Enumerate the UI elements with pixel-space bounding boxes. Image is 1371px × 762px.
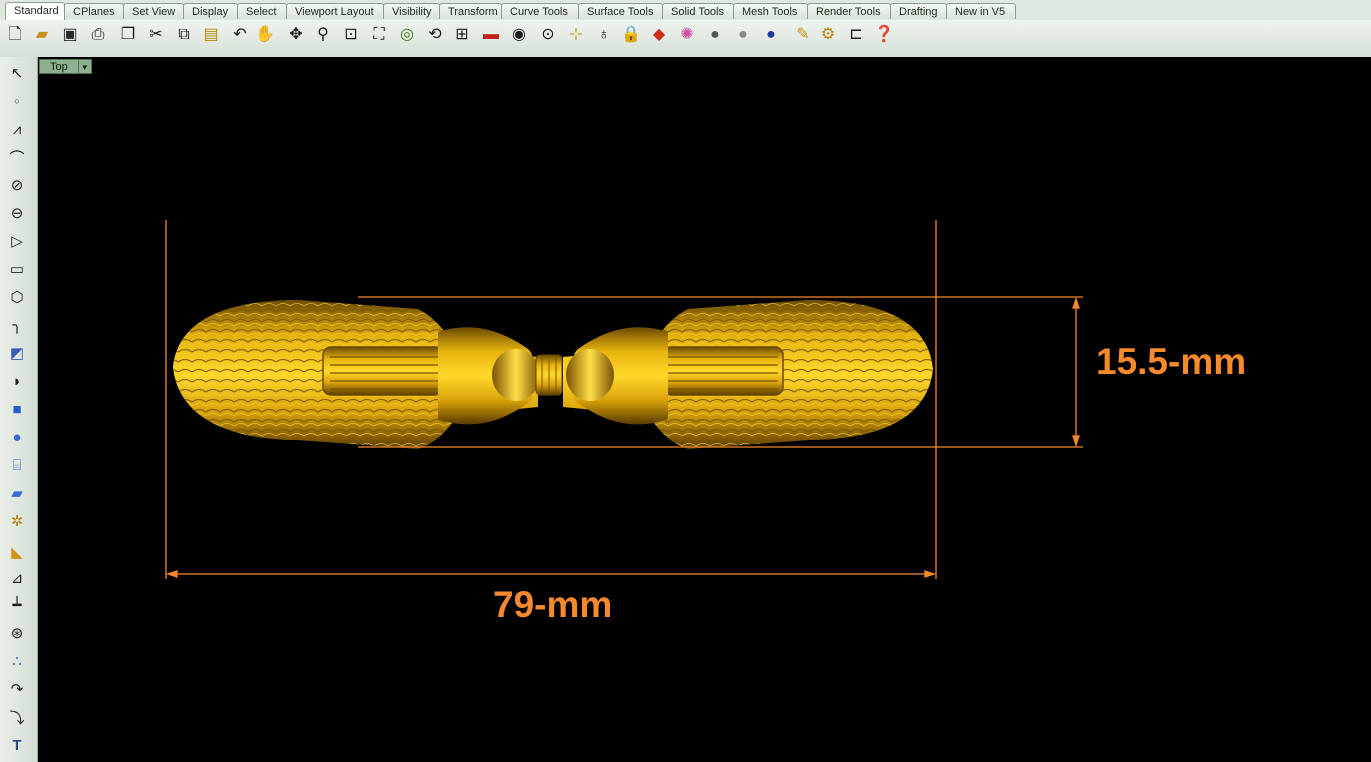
- transform-icon[interactable]: ◣: [6, 541, 28, 563]
- tab-transform[interactable]: Transform: [439, 3, 502, 19]
- help-icon[interactable]: ❓: [873, 23, 895, 47]
- lock-icon[interactable]: 🔒: [620, 23, 642, 47]
- visibility-eye-icon[interactable]: ◉: [508, 23, 530, 47]
- blue-sphere-icon[interactable]: ●: [760, 23, 782, 47]
- curve-offset-icon[interactable]: ⤵: [6, 706, 28, 728]
- edit-points-icon[interactable]: ⊿: [6, 567, 28, 589]
- tab-drafting[interactable]: Drafting: [890, 3, 947, 19]
- cylinder-icon[interactable]: ⌸: [6, 454, 28, 476]
- viewport-title-tab[interactable]: Top ▼: [39, 59, 92, 74]
- zoom-window-icon[interactable]: ⊡: [340, 23, 362, 47]
- curve-icon[interactable]: ⌒: [6, 146, 28, 168]
- color-wheel-icon[interactable]: ✺: [676, 23, 698, 47]
- fillet-curve-icon[interactable]: ╮: [6, 314, 28, 336]
- cut-icon[interactable]: ✂: [145, 23, 167, 47]
- tab-new-in-v5[interactable]: New in V5: [946, 3, 1016, 19]
- toolbar-tab-strip: Standard CPlanes Set View Display Select…: [0, 0, 1371, 21]
- surface-from-points-icon[interactable]: ◩: [6, 342, 28, 364]
- paste-template-icon[interactable]: ❐: [117, 23, 139, 47]
- layer-icon[interactable]: ◆: [648, 23, 670, 47]
- print-icon[interactable]: ⎙: [87, 23, 109, 47]
- rotate-view-icon[interactable]: ✥: [285, 23, 307, 47]
- tab-display[interactable]: Display: [183, 3, 238, 19]
- zoom-extents-icon[interactable]: ⛶: [368, 23, 390, 47]
- plane-surface-icon[interactable]: ▰: [6, 482, 28, 504]
- zoom-icon[interactable]: ⚲: [312, 23, 334, 47]
- box-icon[interactable]: ■: [6, 398, 28, 420]
- viewport-name-label: Top: [39, 59, 79, 74]
- top-viewport[interactable]: Top ▼ 15.5-mm 79-mm: [38, 57, 1371, 762]
- open-folder-icon[interactable]: ▰: [31, 23, 53, 47]
- car-properties-icon[interactable]: ▬: [480, 23, 502, 47]
- pencil-options-icon[interactable]: ✎: [792, 23, 814, 47]
- curve-edit-icon[interactable]: ↷: [6, 678, 28, 700]
- main-left-toolbar: ↖ ○ ⩘ ⌒ ⊘ ⊖ ▷ ▭ ⬡ ╮ ◩ ◗ ■ ● ⌸ ▰ ✲ ◣ ⊿ ┷ …: [0, 57, 38, 762]
- ellipse-icon[interactable]: ⊖: [6, 202, 28, 224]
- zoom-selected-icon[interactable]: ◎: [396, 23, 418, 47]
- shaded-sphere-icon[interactable]: ●: [704, 23, 726, 47]
- paste-icon[interactable]: ▤: [200, 23, 222, 47]
- pan-hand-icon[interactable]: ✋: [254, 23, 276, 47]
- copy-icon[interactable]: ⧉: [173, 23, 195, 47]
- select-arrow-icon[interactable]: ↖: [6, 62, 28, 84]
- new-file-icon[interactable]: 🗋: [4, 23, 26, 47]
- rendered-sphere-icon[interactable]: ●: [732, 23, 754, 47]
- sphere-icon[interactable]: ●: [6, 426, 28, 448]
- viewport-menu-arrow-icon[interactable]: ▼: [78, 59, 92, 74]
- left-lion-head: [173, 300, 540, 449]
- tab-select[interactable]: Select: [237, 3, 287, 19]
- hexagon-icon[interactable]: ⬡: [6, 286, 28, 308]
- center-connector: [535, 354, 563, 396]
- tab-cplanes[interactable]: CPlanes: [64, 3, 124, 19]
- solid-tools-icon[interactable]: ✲: [6, 510, 28, 532]
- circle-icon[interactable]: ⊘: [6, 174, 28, 196]
- gear-settings-icon[interactable]: ⚙: [817, 23, 839, 47]
- tab-mesh-tools[interactable]: Mesh Tools: [733, 3, 808, 19]
- tab-visibility[interactable]: Visibility: [383, 3, 440, 19]
- width-dimension-label: 79-mm: [493, 584, 613, 625]
- boolean-icon[interactable]: ⊛: [6, 622, 28, 644]
- undo-icon[interactable]: ↶: [229, 23, 251, 47]
- right-lion-head: [563, 300, 933, 449]
- model-canvas: [165, 220, 1083, 579]
- tab-viewport-layout[interactable]: Viewport Layout: [286, 3, 384, 19]
- point-icon[interactable]: ○: [6, 90, 28, 112]
- tab-surface-tools[interactable]: Surface Tools: [578, 3, 663, 19]
- extrude-icon[interactable]: ◗: [6, 370, 28, 392]
- standard-toolbar: 🗋 ▰ ▣ ⎙ ❐ ✂ ⧉ ▤ ↶ ✋ ✥ ⚲ ⊡ ⛶ ◎ ⟲ ⊞ ▬ ◉ ⊙ …: [0, 20, 1371, 58]
- tab-render-tools[interactable]: Render Tools: [807, 3, 891, 19]
- tab-curve-tools[interactable]: Curve Tools: [501, 3, 579, 19]
- height-dimension-label: 15.5-mm: [1096, 341, 1247, 382]
- text-icon[interactable]: T: [6, 734, 28, 756]
- cplane-icon[interactable]: ⊙: [537, 23, 559, 47]
- save-icon[interactable]: ▣: [59, 23, 81, 47]
- dimension-icon[interactable]: ┷: [6, 594, 28, 616]
- tab-solid-tools[interactable]: Solid Tools: [662, 3, 734, 19]
- snap-icon[interactable]: ⊹: [565, 23, 587, 47]
- tab-standard[interactable]: Standard: [5, 2, 65, 20]
- light-bulb-icon[interactable]: ♁: [593, 23, 615, 47]
- polyline-icon[interactable]: ⩘: [6, 118, 28, 140]
- points-group-icon[interactable]: ∴: [6, 650, 28, 672]
- rectangle-icon[interactable]: ▭: [6, 258, 28, 280]
- undo-view-icon[interactable]: ⟲: [424, 23, 446, 47]
- four-viewports-icon[interactable]: ⊞: [451, 23, 473, 47]
- grid-snap-icon[interactable]: ⊏: [845, 23, 867, 47]
- polygon-icon[interactable]: ▷: [6, 230, 28, 252]
- tab-set-view[interactable]: Set View: [123, 3, 184, 19]
